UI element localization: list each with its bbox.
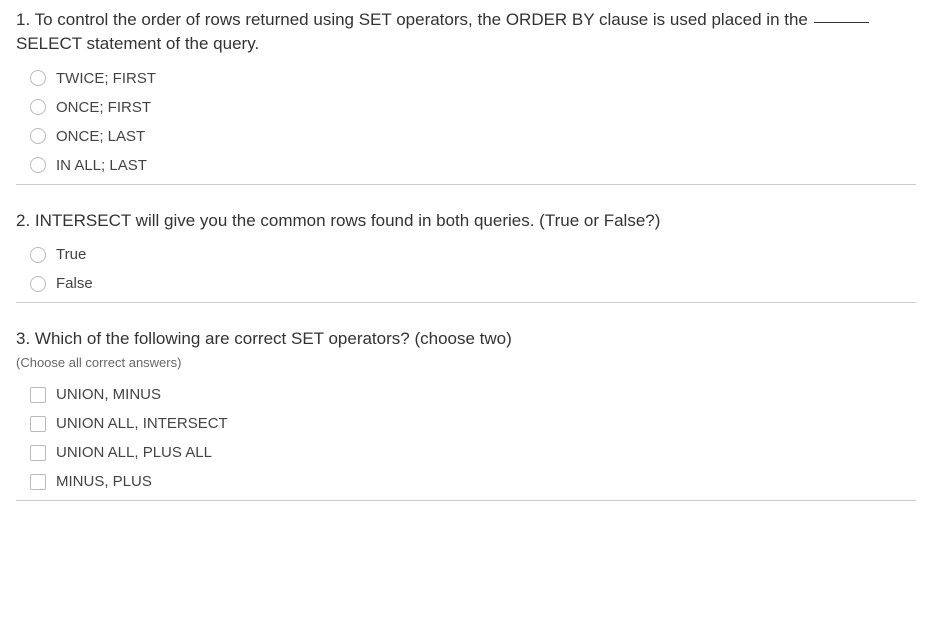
question-text: 3. Which of the following are correct SE… (16, 327, 916, 351)
option-row[interactable]: UNION ALL, INTERSECT (30, 409, 916, 438)
question-number: 2. (16, 211, 30, 230)
option-row[interactable]: ONCE; FIRST (30, 93, 916, 122)
question-text: 1. To control the order of rows returned… (16, 8, 916, 56)
question-block: 2. INTERSECT will give you the common ro… (16, 209, 916, 304)
option-label: UNION ALL, PLUS ALL (56, 444, 212, 461)
checkbox-input[interactable] (30, 416, 46, 432)
question-text-before: INTERSECT will give you the common rows … (35, 211, 660, 230)
option-row[interactable]: UNION ALL, PLUS ALL (30, 438, 916, 467)
option-label: IN ALL; LAST (56, 157, 147, 174)
option-row[interactable]: ONCE; LAST (30, 122, 916, 151)
radio-input[interactable] (30, 276, 46, 292)
option-label: MINUS, PLUS (56, 473, 152, 490)
option-label: UNION ALL, INTERSECT (56, 415, 228, 432)
fill-blank (814, 22, 869, 23)
question-block: 1. To control the order of rows returned… (16, 8, 916, 185)
option-row[interactable]: IN ALL; LAST (30, 151, 916, 180)
question-number: 3. (16, 329, 30, 348)
question-text-before: To control the order of rows returned us… (35, 10, 813, 29)
option-label: UNION, MINUS (56, 386, 161, 403)
question-block: 3. Which of the following are correct SE… (16, 327, 916, 501)
question-number: 1. (16, 10, 30, 29)
option-label: False (56, 275, 93, 292)
question-text-after: SELECT statement of the query. (16, 34, 259, 53)
radio-input[interactable] (30, 128, 46, 144)
options-list: UNION, MINUS UNION ALL, INTERSECT UNION AL… (16, 380, 916, 496)
option-label: TWICE; FIRST (56, 70, 156, 87)
option-row[interactable]: True (30, 240, 916, 269)
radio-input[interactable] (30, 70, 46, 86)
option-label: ONCE; FIRST (56, 99, 151, 116)
checkbox-input[interactable] (30, 445, 46, 461)
option-row[interactable]: MINUS, PLUS (30, 467, 916, 496)
sub-instruction: (Choose all correct answers) (16, 355, 916, 370)
quiz-container: 1. To control the order of rows returned… (16, 8, 916, 501)
option-label: True (56, 246, 86, 263)
options-list: True False (16, 240, 916, 298)
checkbox-input[interactable] (30, 474, 46, 490)
option-label: ONCE; LAST (56, 128, 145, 145)
option-row[interactable]: TWICE; FIRST (30, 64, 916, 93)
radio-input[interactable] (30, 157, 46, 173)
question-text-before: Which of the following are correct SET o… (35, 329, 512, 348)
checkbox-input[interactable] (30, 387, 46, 403)
option-row[interactable]: False (30, 269, 916, 298)
radio-input[interactable] (30, 247, 46, 263)
question-text: 2. INTERSECT will give you the common ro… (16, 209, 916, 233)
options-list: TWICE; FIRST ONCE; FIRST ONCE; LAST IN ALL;… (16, 64, 916, 180)
option-row[interactable]: UNION, MINUS (30, 380, 916, 409)
radio-input[interactable] (30, 99, 46, 115)
